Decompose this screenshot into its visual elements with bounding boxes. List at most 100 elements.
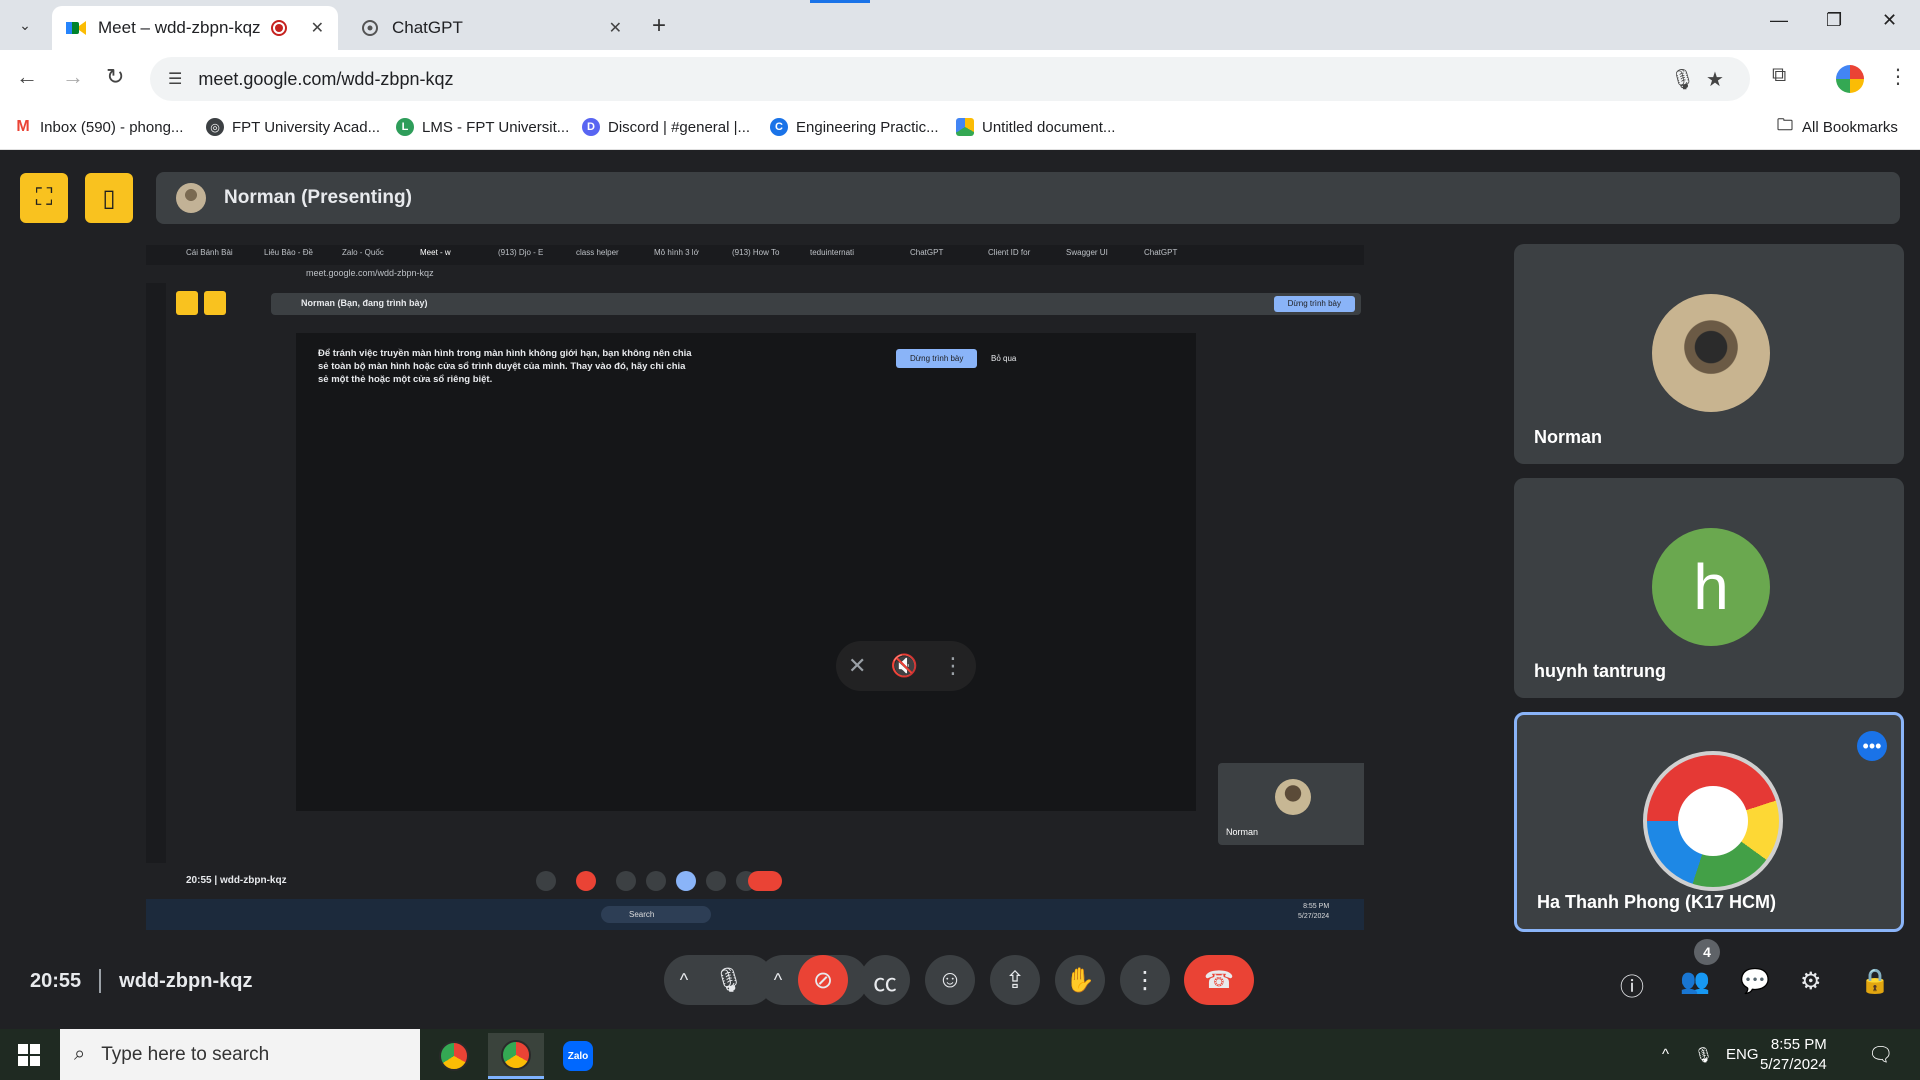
camera-control[interactable]: ^ ⊘ [758,955,868,1005]
shared-hangup-icon [748,871,782,891]
shared-mic-icon [536,871,556,891]
microphone-icon[interactable]: 🎙 [1670,67,1695,92]
forward-icon[interactable]: → [62,64,84,90]
reload-icon[interactable]: ↻ [106,64,124,90]
bookmark-label: Engineering Practic... [796,118,939,136]
bookmark-discord[interactable]: D Discord | #general |... [582,118,750,136]
taskbar-chrome-1[interactable] [426,1033,482,1079]
shared-url: meet.google.com/wdd-zbpn-kqz [306,268,434,278]
google-drive-icon [956,118,974,136]
shared-tab: Meet - w [420,248,451,257]
extensions-icon[interactable]: ⧉ [1772,64,1786,87]
all-bookmarks[interactable]: 🗀 All Bookmarks [1776,117,1898,136]
participant-name: huynh tantrung [1534,661,1666,681]
minimize-icon[interactable]: — [1770,10,1788,31]
chevron-up-icon[interactable]: ^ [664,970,704,991]
browser-menu-icon[interactable]: ⋮ [1888,64,1908,89]
camera-off-icon[interactable]: ⊘ [798,955,848,1005]
leave-call-icon[interactable]: ☎ [1184,955,1254,1005]
people-icon[interactable]: 👥 [1680,967,1710,996]
new-tab-icon[interactable]: + [652,12,666,40]
shared-meeting-info: 20:55 | wdd-zbpn-kqz [186,875,287,886]
shared-clock-time: 8:55 PM [1303,903,1330,910]
close-tab-icon[interactable]: ✕ [311,18,324,38]
shared-self-tile: Norman [1218,763,1364,845]
bookmark-label: Discord | #general |... [608,118,751,136]
chevron-up-icon[interactable]: ^ [758,970,798,991]
tab-chatgpt[interactable]: ChatGPT ✕ [346,6,636,50]
tray-overflow-icon[interactable]: ^ [1662,1029,1669,1080]
shared-meeting-code: wdd-zbpn-kqz [219,875,287,886]
layout-icon[interactable]: ▯ [85,173,133,223]
tab-meet[interactable]: Meet – wdd-zbpn-kqz ✕ [52,6,338,50]
bookmark-star-icon[interactable]: ★ [1706,67,1724,92]
more-options-icon[interactable]: ⋮ [1120,955,1170,1005]
shared-clock-date: 5/27/2024 [1298,913,1330,920]
hide-presentation-icon[interactable]: ⛶ [20,173,68,223]
meeting-details-icon[interactable]: ⓘ [1620,967,1644,1002]
discord-icon: D [582,118,600,136]
close-tab-icon[interactable]: ✕ [609,18,622,38]
recording-icon [270,20,287,36]
shared-tabstrip: Cái Bánh Bài Liêu Bảo - Đề Zalo - Quốc M… [146,245,1364,265]
restore-icon[interactable]: ❐ [1826,10,1842,31]
bookmark-gmail[interactable]: M Inbox (590) - phong... [14,118,183,136]
activities-icon[interactable]: ⚙ [1800,967,1822,996]
participant-tile-norman[interactable]: Norman [1514,244,1904,464]
taskbar-chrome-2[interactable] [488,1033,544,1079]
shared-tab: (913) Djo - E [498,248,544,257]
skip-button: Bỏ qua [991,354,1017,363]
shared-address-bar: meet.google.com/wdd-zbpn-kqz [146,265,1364,283]
captions-icon[interactable]: ㏄ [860,955,910,1005]
lms-icon: L [396,118,414,136]
profile-avatar[interactable] [1836,65,1864,93]
notification-icon[interactable]: 🗨 [1868,1029,1893,1080]
bookmark-lms[interactable]: L LMS - FPT Universit... [396,118,569,136]
language-indicator[interactable]: ENG [1726,1029,1759,1080]
shared-stop-button: Dừng trình bày [1273,296,1355,312]
bookmark-label: Inbox (590) - phong... [40,118,184,136]
taskbar-zalo[interactable]: Zalo [550,1033,606,1079]
shared-control-bar: 20:55 | wdd-zbpn-kqz [146,863,1364,899]
shared-tab: class helper [576,248,619,257]
meeting-info: 20:55 wdd-zbpn-kqz [30,969,252,993]
participant-tile-ha-thanh-phong[interactable]: ••• Ha Thanh Phong (K17 HCM) [1514,712,1904,932]
shared-presenter-bar: Norman (Bạn, đang trình bày) Dừng trình … [271,293,1361,315]
engineering-icon: C [770,118,788,136]
search-icon: ⌕ [74,1043,86,1065]
google-meet-icon [66,18,86,38]
chatgpt-icon [360,18,380,38]
back-icon[interactable]: ← [16,64,38,90]
tab-search-chevron-icon[interactable]: ⌄ [10,12,40,38]
chat-icon[interactable]: 💬 [1740,967,1770,996]
shared-screen[interactable]: Cái Bánh Bài Liêu Bảo - Đề Zalo - Quốc M… [146,245,1364,930]
chrome-icon [501,1039,531,1070]
host-controls-icon[interactable]: 🔒 [1860,967,1890,996]
bookmarks-bar: M Inbox (590) - phong... ◎ FPT Universit… [0,108,1920,150]
address-bar[interactable]: ☰ meet.google.com/wdd-zbpn-kqz 🎙 ★ [150,57,1750,101]
participant-tile-huynh[interactable]: h huynh tantrung [1514,478,1904,698]
browser-tabstrip: ⌄ Meet – wdd-zbpn-kqz ✕ ChatGPT ✕ + — ❐ … [0,0,1920,50]
site-info-icon[interactable]: ☰ [168,69,182,89]
windows-start-icon[interactable] [0,1029,58,1080]
close-window-icon[interactable]: ✕ [1882,10,1897,31]
bookmark-label: All Bookmarks [1802,118,1898,136]
shared-self-name: Norman [1226,827,1259,837]
raise-hand-icon[interactable]: ✋ [1055,955,1105,1005]
shared-tab: ChatGPT [910,248,944,257]
tray-mic-icon[interactable]: 🎙 [1694,1029,1713,1080]
speaking-indicator-icon[interactable]: ••• [1857,731,1887,761]
taskbar-search-box[interactable]: ⌕ Type here to search [60,1029,420,1080]
bookmark-fpt-academic[interactable]: ◎ FPT University Acad... [206,118,380,136]
shared-recursive-content: Để tránh việc truyền màn hình trong màn … [296,333,1196,811]
bookmark-engineering[interactable]: C Engineering Practic... [770,118,939,136]
meeting-code[interactable]: wdd-zbpn-kqz [119,970,252,993]
microphone-icon[interactable]: 🎙 [704,955,754,1005]
emoji-icon[interactable]: ☺ [925,955,975,1005]
bookmark-untitled-doc[interactable]: Untitled document... [956,118,1115,136]
taskbar-clock[interactable]: 8:55 PM 5/27/2024 [1760,1035,1827,1075]
presenter-name: Norman (Presenting) [224,187,412,208]
present-screen-icon[interactable]: ⇪ [990,955,1040,1005]
participant-avatar: h [1652,528,1770,646]
participant-count-badge: 4 [1694,939,1720,965]
